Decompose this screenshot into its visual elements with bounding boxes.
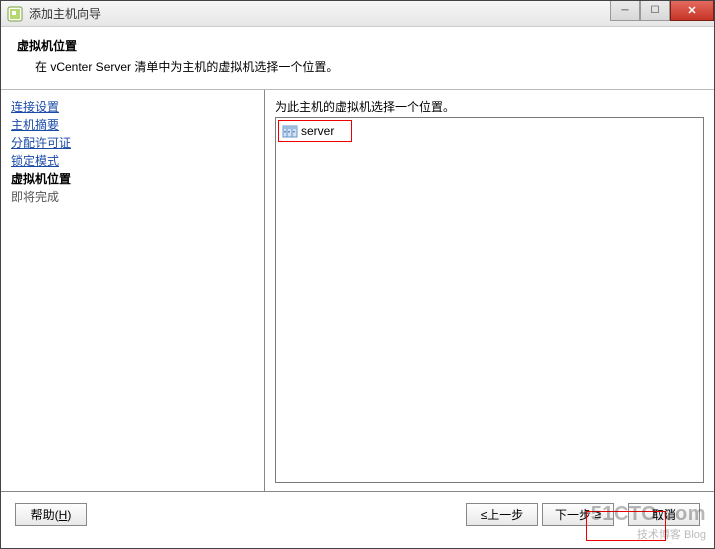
help-button[interactable]: 帮助(H) bbox=[15, 503, 87, 526]
tree-root-item[interactable]: server bbox=[280, 122, 338, 140]
wizard-steps-sidebar: 连接设置 主机摘要 分配许可证 锁定模式 虚拟机位置 即将完成 bbox=[1, 90, 265, 491]
step-host-summary[interactable]: 主机摘要 bbox=[11, 116, 254, 134]
content-prompt: 为此主机的虚拟机选择一个位置。 bbox=[275, 98, 704, 115]
step-connection-settings[interactable]: 连接设置 bbox=[11, 98, 254, 116]
window-controls: ─ ☐ ✕ bbox=[610, 1, 714, 21]
tree-root-label: server bbox=[301, 124, 334, 138]
maximize-button[interactable]: ☐ bbox=[640, 1, 670, 21]
datacenter-icon bbox=[282, 123, 298, 139]
wizard-header: 虚拟机位置 在 vCenter Server 清单中为主机的虚拟机选择一个位置。 bbox=[1, 27, 714, 90]
page-title: 虚拟机位置 bbox=[17, 37, 698, 54]
minimize-button[interactable]: ─ bbox=[610, 1, 640, 21]
close-button[interactable]: ✕ bbox=[670, 1, 714, 21]
page-subtitle: 在 vCenter Server 清单中为主机的虚拟机选择一个位置。 bbox=[17, 58, 698, 75]
nav-button-group: ≤上一步 下一步 ≥ 取消 bbox=[462, 503, 700, 526]
step-ready-complete: 即将完成 bbox=[11, 188, 254, 206]
next-button[interactable]: 下一步 ≥ bbox=[542, 503, 614, 526]
step-assign-license[interactable]: 分配许可证 bbox=[11, 134, 254, 152]
app-icon bbox=[7, 6, 23, 22]
window-title: 添加主机向导 bbox=[29, 5, 101, 22]
titlebar: 添加主机向导 ─ ☐ ✕ bbox=[1, 1, 714, 27]
wizard-body: 连接设置 主机摘要 分配许可证 锁定模式 虚拟机位置 即将完成 为此主机的虚拟机… bbox=[1, 90, 714, 492]
wizard-window: 添加主机向导 ─ ☐ ✕ 虚拟机位置 在 vCenter Server 清单中为… bbox=[0, 0, 715, 549]
wizard-footer: 帮助(H) ≤上一步 下一步 ≥ 取消 bbox=[1, 492, 714, 536]
wizard-content: 为此主机的虚拟机选择一个位置。 serve bbox=[265, 90, 714, 491]
step-lockdown-mode[interactable]: 锁定模式 bbox=[11, 152, 254, 170]
help-button-label: 帮助(H) bbox=[31, 506, 72, 523]
step-vm-location-current: 虚拟机位置 bbox=[11, 170, 254, 188]
back-button[interactable]: ≤上一步 bbox=[466, 503, 538, 526]
location-tree[interactable]: server bbox=[275, 117, 704, 483]
cancel-button[interactable]: 取消 bbox=[628, 503, 700, 526]
